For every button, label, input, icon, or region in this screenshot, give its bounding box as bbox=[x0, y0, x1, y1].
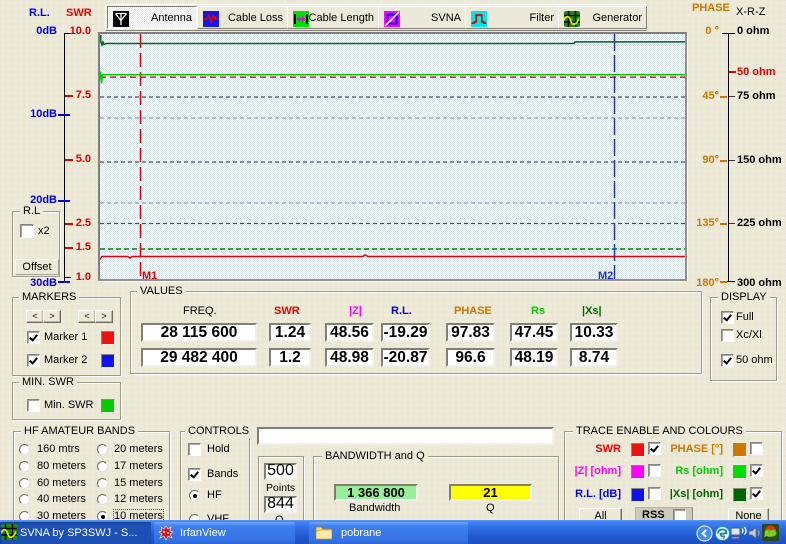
svg-text:AP: AP bbox=[764, 530, 776, 539]
